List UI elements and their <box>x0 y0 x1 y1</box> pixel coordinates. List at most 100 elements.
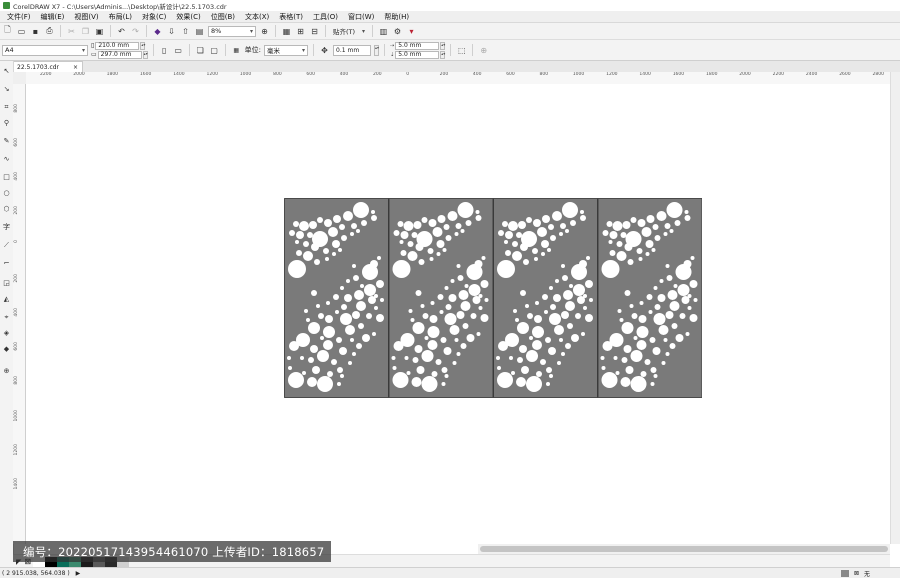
menu-text[interactable]: 文本(X) <box>240 12 274 22</box>
shape-tool-icon[interactable]: ↘ <box>2 85 11 94</box>
paste-icon[interactable]: ▣ <box>94 26 105 37</box>
current-page-icon[interactable]: ▢ <box>209 45 220 56</box>
perforation-hole <box>518 221 526 229</box>
perforation-hole <box>293 221 299 227</box>
menu-window[interactable]: 窗口(W) <box>343 12 379 22</box>
options-icon[interactable]: ⚙ <box>392 26 403 37</box>
parallel-dimension-icon[interactable]: ⟋ <box>2 241 11 250</box>
dup-x-spinner[interactable]: ▴▾ <box>440 41 445 50</box>
drawing-canvas[interactable] <box>26 84 890 544</box>
play-icon[interactable]: ▶ <box>76 570 81 577</box>
menu-tools[interactable]: 工具(O) <box>308 12 343 22</box>
horizontal-scrollbar[interactable] <box>478 544 890 554</box>
dup-y-spinner[interactable]: ▴▾ <box>440 50 445 59</box>
full-screen-icon[interactable]: ⊕ <box>259 26 270 37</box>
document-tab[interactable]: 22.5.1703.cdr × <box>12 61 84 72</box>
treat-as-filled-icon[interactable]: ⬚ <box>456 45 467 56</box>
perforation-hole <box>337 367 343 373</box>
eyedropper-tool-icon[interactable]: ⌖ <box>2 313 11 322</box>
zoom-level-select[interactable]: 8% ▾ <box>208 25 256 37</box>
add-icon[interactable]: ⊕ <box>478 45 489 56</box>
perforated-panel-design[interactable] <box>284 198 702 398</box>
smart-fill-icon[interactable]: ◆ <box>2 345 11 354</box>
nudge-distance-input[interactable]: 0.1 mm <box>333 44 372 56</box>
snap-to-menu[interactable]: 贴齐(T) ▾ <box>331 26 367 37</box>
crop-tool-icon[interactable]: ⌗ <box>2 103 11 112</box>
perforation-hole <box>350 232 354 236</box>
ellipse-tool-icon[interactable]: ○ <box>2 189 11 198</box>
zoom-tool-icon[interactable]: ⚲ <box>2 119 11 128</box>
drop-shadow-icon[interactable]: ◲ <box>2 279 11 288</box>
all-pages-icon[interactable]: ❏ <box>195 45 206 56</box>
open-folder-icon[interactable]: ▭ <box>16 26 27 37</box>
page-width-input[interactable]: 210.0 mm <box>95 41 140 50</box>
menu-table[interactable]: 表格(T) <box>274 12 308 22</box>
perforation-hole <box>366 313 372 319</box>
show-grid-icon[interactable]: ⊞ <box>295 26 306 37</box>
perforation-hole <box>654 304 661 310</box>
panel-1[interactable] <box>284 198 389 398</box>
pick-tool-icon[interactable]: ↖ <box>2 67 11 76</box>
text-tool-icon[interactable]: 字 <box>2 223 11 232</box>
rectangle-tool-icon[interactable]: □ <box>2 173 11 182</box>
menu-object[interactable]: 对象(C) <box>137 12 171 22</box>
panel-4[interactable] <box>597 198 702 398</box>
height-icon: ▭ <box>91 51 97 58</box>
units-select[interactable]: 毫米 ▾ <box>264 44 309 56</box>
perforation-hole <box>466 334 475 342</box>
menu-layout[interactable]: 布局(L) <box>104 12 137 22</box>
publish-pdf-icon[interactable]: ▤ <box>194 26 205 37</box>
height-spinner[interactable]: ▴▾ <box>142 50 148 59</box>
duplicate-y-input[interactable]: 5.0 mm <box>395 50 440 59</box>
ruler-tick-label: 1600 <box>139 72 152 77</box>
nudge-spinner[interactable]: ▴▾ <box>374 44 379 56</box>
separator <box>472 44 474 56</box>
save-icon[interactable]: ▪ <box>30 26 41 37</box>
polygon-tool-icon[interactable]: ⬡ <box>2 205 11 214</box>
show-rulers-icon[interactable]: ▦ <box>281 26 292 37</box>
page-height-input[interactable]: 297.0 mm <box>97 50 142 59</box>
application-launcher-icon[interactable]: ▾ <box>406 26 417 37</box>
import-icon[interactable]: ⇩ <box>166 26 177 37</box>
undo-icon[interactable]: ↶ <box>116 26 127 37</box>
perforation-hole <box>656 211 667 221</box>
redo-icon[interactable]: ↷ <box>130 26 141 37</box>
menu-bitmaps[interactable]: 位图(B) <box>206 12 240 22</box>
perforation-hole <box>356 343 362 349</box>
copy-icon[interactable]: ❐ <box>80 26 91 37</box>
panel-3[interactable] <box>493 198 598 398</box>
panel-2[interactable] <box>388 198 494 398</box>
freehand-tool-icon[interactable]: ✎ <box>2 137 11 146</box>
interactive-fill-icon[interactable]: ◈ <box>2 329 11 338</box>
search-content-icon[interactable]: ◆ <box>152 26 163 37</box>
welcome-screen-icon[interactable]: ▥ <box>378 26 389 37</box>
perforation-hole <box>636 326 649 338</box>
close-tab-icon[interactable]: × <box>73 64 78 71</box>
cut-icon[interactable]: ✂ <box>66 26 77 37</box>
vertical-scrollbar[interactable] <box>890 72 900 544</box>
perforation-hole <box>465 220 472 226</box>
print-icon[interactable]: ⎙ <box>44 26 55 37</box>
transparency-tool-icon[interactable]: ◭ <box>2 295 11 304</box>
perforation-hole <box>310 345 318 353</box>
menu-edit[interactable]: 编辑(E) <box>36 12 70 22</box>
page-size-select[interactable]: A4 ▾ <box>2 44 88 56</box>
perforation-hole <box>458 290 469 300</box>
new-document-icon[interactable]: 🗋 <box>2 25 13 37</box>
add-tool-icon[interactable]: ⊕ <box>2 367 11 376</box>
duplicate-x-input[interactable]: 5.0 mm <box>395 41 440 50</box>
vertical-ruler[interactable]: 800 600 400 200 0 200 400 600 800 1000 1200 1400 <box>13 84 26 544</box>
artistic-media-icon[interactable]: ∿ <box>2 155 11 164</box>
menu-file[interactable]: 文件(F) <box>2 12 36 22</box>
separator <box>152 44 154 56</box>
show-guidelines-icon[interactable]: ⊟ <box>309 26 320 37</box>
menu-effects[interactable]: 效果(C) <box>171 12 205 22</box>
menu-help[interactable]: 帮助(H) <box>379 12 414 22</box>
menu-view[interactable]: 视图(V) <box>69 12 103 22</box>
connector-tool-icon[interactable]: ⌐ <box>2 259 11 268</box>
width-spinner[interactable]: ▴▾ <box>140 41 145 50</box>
scrollbar-thumb[interactable] <box>480 546 888 552</box>
export-icon[interactable]: ⇧ <box>180 26 191 37</box>
portrait-icon[interactable]: ▯ <box>159 45 170 56</box>
landscape-icon[interactable]: ▭ <box>173 45 184 56</box>
